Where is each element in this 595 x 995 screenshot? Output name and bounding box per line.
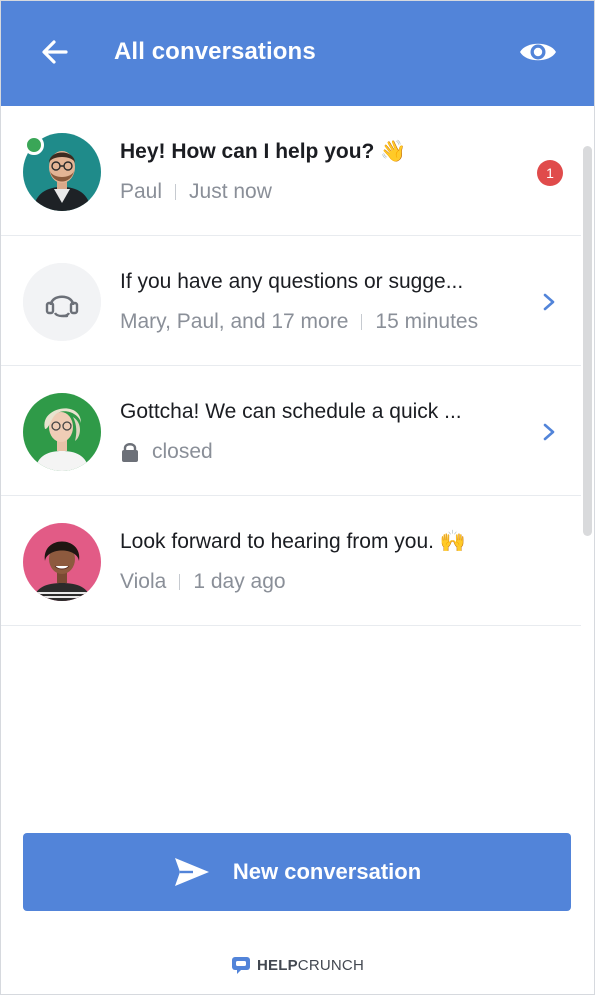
conversation-title: Hey! How can I help you? 👋 — [120, 140, 407, 163]
arrow-left-icon — [42, 40, 68, 64]
sender-name: Paul — [120, 180, 163, 203]
lock-icon — [122, 443, 138, 462]
conversation-row[interactable]: Hey! How can I help you? 👋 Paul Just now… — [1, 106, 581, 236]
new-conversation-label: New conversation — [232, 859, 422, 884]
timestamp: 1 day ago — [193, 570, 286, 593]
avatar — [23, 393, 101, 471]
conversation-title: Look forward to hearing from you. 🙌 — [120, 530, 466, 553]
conversation-row[interactable]: Gottcha! We can schedule a quick ... clo… — [1, 366, 581, 496]
conversation-status: closed — [152, 440, 213, 463]
view-button[interactable] — [518, 36, 558, 68]
brand-footer[interactable]: HELP CRUNCH — [1, 951, 594, 979]
send-icon — [174, 858, 209, 886]
page-title: All conversations — [114, 38, 316, 65]
conversation-row[interactable]: Look forward to hearing from you. 🙌 Viol… — [1, 496, 581, 626]
support-agent-icon — [23, 263, 101, 341]
eye-icon — [520, 43, 556, 61]
woman-avatar — [23, 393, 101, 471]
meta-separator — [179, 574, 181, 590]
timestamp: Just now — [189, 180, 272, 203]
sender-name: Viola — [120, 570, 167, 593]
meta-separator — [175, 184, 177, 200]
conversation-title: Gottcha! We can schedule a quick ... — [120, 400, 462, 423]
chat-widget: All conversations Hey! How can I help yo… — [0, 0, 595, 995]
chevron-right-icon — [543, 293, 555, 311]
brand-name-part1: HELP — [256, 956, 298, 974]
meta-separator — [361, 314, 363, 330]
timestamp: 15 minutes — [375, 310, 479, 333]
conversation-list: Hey! How can I help you? 👋 Paul Just now… — [1, 106, 581, 626]
sender-name: Mary, Paul, and 17 more — [120, 310, 349, 333]
chevron-right-icon — [543, 423, 555, 441]
conversation-row[interactable]: If you have any questions or sugge... Ma… — [1, 236, 581, 366]
conversation-title: If you have any questions or sugge... — [120, 270, 464, 293]
brand-name-part2: CRUNCH — [297, 956, 364, 974]
scrollbar-thumb[interactable] — [583, 146, 592, 536]
new-conversation-button[interactable]: New conversation — [23, 833, 571, 911]
avatar — [23, 523, 101, 601]
unread-badge: 1 — [537, 160, 563, 186]
back-button[interactable] — [39, 36, 71, 68]
online-status-dot — [24, 135, 44, 155]
conversation-meta: closed — [120, 438, 213, 466]
conversation-meta: Paul Just now — [120, 178, 272, 206]
conversation-meta: Viola 1 day ago — [120, 568, 286, 596]
viola-avatar — [23, 523, 101, 601]
header: All conversations — [1, 1, 594, 106]
avatar — [23, 263, 101, 341]
helpcrunch-logo-icon — [231, 957, 250, 974]
conversation-meta: Mary, Paul, and 17 more 15 minutes — [120, 308, 478, 336]
